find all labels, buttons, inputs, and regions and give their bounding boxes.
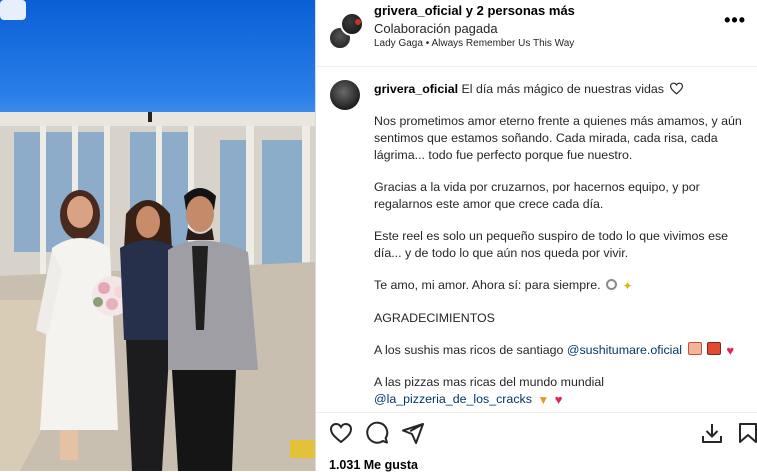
avatar[interactable] — [340, 12, 364, 36]
caption-paragraph: Te amo, mi amor. Ahora sí: para siempre. — [374, 278, 601, 292]
sparkles-emoji-icon: ✦ — [622, 279, 633, 293]
ring-emoji-icon — [606, 279, 618, 290]
wedding-photo — [0, 112, 315, 471]
red-heart-emoji-icon: ♥ — [726, 343, 735, 358]
likes-count[interactable]: 1.031 Me gusta — [329, 458, 418, 472]
bento-emoji-icon — [706, 342, 721, 355]
caption-paragraph: Nos prometimos amor eterno frente a quie… — [374, 114, 742, 162]
caption-paragraph: A los sushis mas ricos de santiago — [374, 343, 564, 357]
header-usernames: grivera_oficial y 2 personas más — [374, 3, 575, 18]
author-username[interactable]: grivera_oficial — [374, 3, 462, 18]
bookmark-icon[interactable] — [736, 421, 757, 445]
music-artist: Lady Gaga — [374, 38, 423, 49]
heart-outline-icon — [670, 82, 684, 95]
post-actions: 1.031 Me gusta — [316, 412, 757, 472]
caption-paragraph: Gracias a la vida por cruzarnos, por hac… — [374, 180, 700, 211]
post-header: grivera_oficial y 2 personas más Colabor… — [316, 0, 757, 67]
avatar[interactable] — [330, 80, 360, 110]
send-icon[interactable] — [401, 421, 425, 445]
caption-paragraph: A las pizzas mas ricas del mundo mundial — [374, 375, 605, 389]
red-heart-emoji-icon: ♥ — [554, 392, 563, 407]
reel-icon — [0, 0, 26, 20]
post-caption: grivera_oficial El día más mágico de nue… — [374, 81, 744, 412]
paid-partnership-label[interactable]: Colaboración pagada — [374, 21, 498, 36]
download-icon[interactable] — [700, 421, 724, 445]
caption-paragraph: AGRADECIMIENTOS — [374, 311, 495, 325]
caption-first-line: El día más mágico de nuestras vidas — [461, 82, 664, 96]
music-separator: • — [425, 38, 430, 49]
coauthors-link[interactable]: y 2 personas más — [466, 3, 575, 18]
comment-icon[interactable] — [365, 421, 389, 445]
collab-avatars[interactable] — [328, 12, 364, 50]
caption-author[interactable]: grivera_oficial — [374, 82, 458, 96]
pizza-emoji-icon: ▼ — [537, 393, 550, 407]
audio-attribution[interactable]: Lady Gaga • Always Remember Us This Way — [374, 38, 574, 49]
post-side-panel: grivera_oficial y 2 personas más Colabor… — [315, 0, 757, 472]
caption-area: grivera_oficial El día más mágico de nue… — [316, 67, 757, 412]
more-horizontal-icon[interactable]: ••• — [724, 11, 746, 29]
mention-link[interactable]: @sushitumare.oficial — [567, 343, 682, 357]
sushi-emoji-icon — [687, 342, 702, 355]
heart-outline-icon[interactable] — [329, 421, 353, 445]
caption-paragraph: Este reel es solo un pequeño suspiro de … — [374, 229, 729, 260]
post-media[interactable] — [0, 0, 315, 471]
mention-link[interactable]: @la_pizzeria_de_los_cracks — [374, 392, 532, 406]
music-title: Always Remember Us This Way — [431, 38, 575, 49]
